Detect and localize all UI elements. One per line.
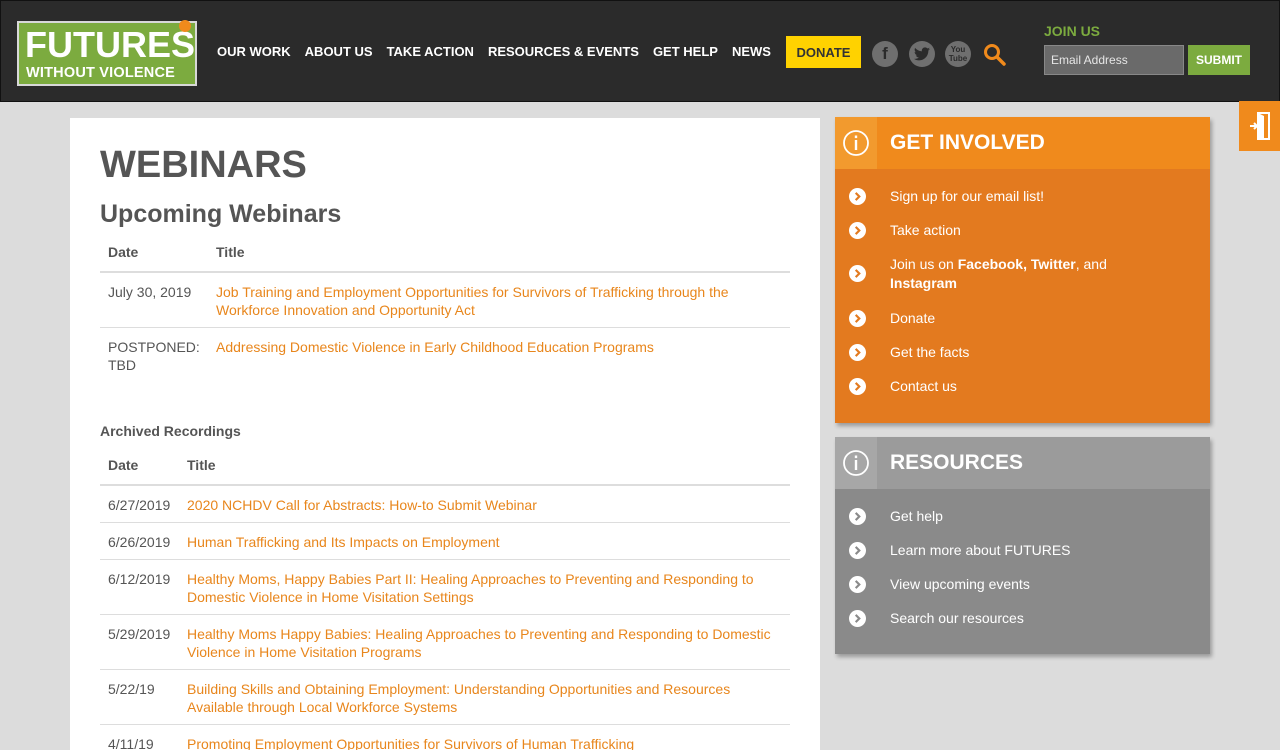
chevron-right-icon xyxy=(849,610,866,627)
youtube-text-tube: Tube xyxy=(948,54,968,63)
nav-news[interactable]: NEWS xyxy=(732,44,771,59)
join-social-text: Join us on Facebook, Twitter, and Instagr… xyxy=(890,255,1150,293)
facebook-icon[interactable]: f xyxy=(872,41,898,67)
chevron-right-icon xyxy=(849,344,866,361)
logo[interactable]: FUTURES WITHOUT VIOLENCE xyxy=(17,20,197,86)
involved-item-label: Get the facts xyxy=(890,344,970,360)
resources-panel: RESOURCES Get help Learn more about FUTU… xyxy=(835,437,1210,654)
webinar-link[interactable]: Job Training and Employment Opportunitie… xyxy=(216,284,729,318)
chevron-right-icon xyxy=(849,508,866,525)
recording-link[interactable]: Healthy Moms Happy Babies: Healing Appro… xyxy=(187,626,771,660)
chevron-right-icon xyxy=(849,222,866,239)
column-header-title: Title xyxy=(208,236,790,273)
main-content: WEBINARS Upcoming Webinars Date Title Ju… xyxy=(70,118,820,750)
twitter-icon[interactable] xyxy=(909,41,935,67)
chevron-right-icon xyxy=(849,378,866,395)
twitter-link[interactable]: Twitter xyxy=(1031,256,1076,272)
facebook-link[interactable]: Facebook, xyxy=(958,256,1027,272)
table-header-row: Date Title xyxy=(100,236,790,273)
info-icon xyxy=(835,437,877,489)
and-text: , and xyxy=(1075,256,1107,272)
recording-date: 6/12/2019 xyxy=(100,559,179,615)
table-end-mask xyxy=(100,378,790,388)
recording-date: 6/27/2019 xyxy=(100,485,179,523)
nav-get-help[interactable]: GET HELP xyxy=(653,44,718,59)
nav-take-action[interactable]: TAKE ACTION xyxy=(387,44,474,59)
resources-item-label: Search our resources xyxy=(890,610,1024,626)
logo-text-futures: FUTURES xyxy=(25,24,195,65)
quick-exit-button[interactable] xyxy=(1239,101,1280,151)
table-row: 6/27/2019 2020 NCHDV Call for Abstracts:… xyxy=(100,485,790,523)
resources-item-label: View upcoming events xyxy=(890,576,1030,592)
donate-button[interactable]: DONATE xyxy=(786,36,861,68)
chevron-right-icon xyxy=(849,310,866,327)
involved-item-label: Take action xyxy=(890,222,961,238)
site-header: FUTURES WITHOUT VIOLENCE OUR WORK ABOUT … xyxy=(0,0,1280,102)
table-row: 5/22/19 Building Skills and Obtaining Em… xyxy=(100,669,790,725)
recording-date: 5/29/2019 xyxy=(100,614,179,670)
upcoming-webinars-table: Date Title July 30, 2019 Job Training an… xyxy=(100,236,790,385)
main-nav: OUR WORK ABOUT US TAKE ACTION RESOURCES … xyxy=(217,44,785,59)
involved-item-label: Contact us xyxy=(890,378,957,394)
archived-recordings-heading: Archived Recordings xyxy=(100,423,241,439)
recording-date: 5/22/19 xyxy=(100,669,179,725)
table-row: POSTPONED: TBD Addressing Domestic Viole… xyxy=(100,327,790,385)
get-involved-header: GET INVOLVED xyxy=(835,117,1210,169)
email-input[interactable] xyxy=(1044,45,1184,75)
table-row: July 30, 2019 Job Training and Employmen… xyxy=(100,272,790,328)
webinar-date: July 30, 2019 xyxy=(100,272,208,328)
nav-our-work[interactable]: OUR WORK xyxy=(217,44,291,59)
webinar-date: POSTPONED: TBD xyxy=(100,327,208,385)
resources-item-label: Get help xyxy=(890,508,943,524)
facebook-glyph: f xyxy=(882,44,888,63)
nav-resources-events[interactable]: RESOURCES & EVENTS xyxy=(488,44,639,59)
resources-header: RESOURCES xyxy=(835,437,1210,489)
twitter-bird-icon xyxy=(914,47,930,61)
page-title: WEBINARS xyxy=(100,144,307,186)
submit-button[interactable]: SUBMIT xyxy=(1188,45,1250,75)
chevron-right-icon xyxy=(849,265,866,282)
recording-link[interactable]: Building Skills and Obtaining Employment… xyxy=(187,681,730,715)
logo-text-without-violence: WITHOUT VIOLENCE xyxy=(26,65,175,81)
nav-about-us[interactable]: ABOUT US xyxy=(305,44,373,59)
recording-link[interactable]: Human Trafficking and Its Impacts on Emp… xyxy=(187,534,500,550)
get-involved-panel: GET INVOLVED Sign up for our email list!… xyxy=(835,117,1210,423)
instagram-link[interactable]: Instagram xyxy=(890,275,957,291)
youtube-text-you: You xyxy=(950,45,966,54)
recording-link[interactable]: Promoting Employment Opportunities for S… xyxy=(187,736,634,750)
column-header-date: Date xyxy=(100,236,208,273)
recording-date: 6/26/2019 xyxy=(100,522,179,560)
resources-title: RESOURCES xyxy=(890,451,1024,474)
table-row: 6/26/2019 Human Trafficking and Its Impa… xyxy=(100,522,790,560)
chevron-right-icon xyxy=(849,576,866,593)
archived-recordings-table: Date Title 6/27/2019 2020 NCHDV Call for… xyxy=(100,449,790,750)
youtube-icon[interactable]: You Tube xyxy=(945,41,971,67)
involved-item-label: Sign up for our email list! xyxy=(890,188,1045,204)
column-header-date: Date xyxy=(100,449,179,486)
chevron-right-icon xyxy=(849,542,866,559)
resources-item-label: Learn more about FUTURES xyxy=(890,542,1071,558)
upcoming-webinars-heading: Upcoming Webinars xyxy=(100,200,342,228)
table-row: 4/11/19 Promoting Employment Opportuniti… xyxy=(100,724,790,750)
search-icon[interactable] xyxy=(983,43,1007,67)
join-us-on-label: Join us on xyxy=(890,256,954,272)
webinar-link[interactable]: Addressing Domestic Violence in Early Ch… xyxy=(216,339,654,355)
info-icon xyxy=(835,117,877,169)
table-header-row: Date Title xyxy=(100,449,790,486)
chevron-right-icon xyxy=(849,188,866,205)
column-header-title: Title xyxy=(179,449,790,486)
table-row: 6/12/2019 Healthy Moms, Happy Babies Par… xyxy=(100,559,790,615)
involved-item-label: Donate xyxy=(890,310,936,326)
recording-link[interactable]: 2020 NCHDV Call for Abstracts: How-to Su… xyxy=(187,497,537,513)
table-row: 5/29/2019 Healthy Moms Happy Babies: Hea… xyxy=(100,614,790,670)
exit-door-icon xyxy=(1249,112,1270,140)
recording-link[interactable]: Healthy Moms, Happy Babies Part II: Heal… xyxy=(187,571,754,605)
join-us-label: JOIN US xyxy=(1044,23,1101,39)
recording-date: 4/11/19 xyxy=(100,724,179,750)
get-involved-title: GET INVOLVED xyxy=(890,131,1045,154)
logo-dot-icon xyxy=(179,20,191,32)
